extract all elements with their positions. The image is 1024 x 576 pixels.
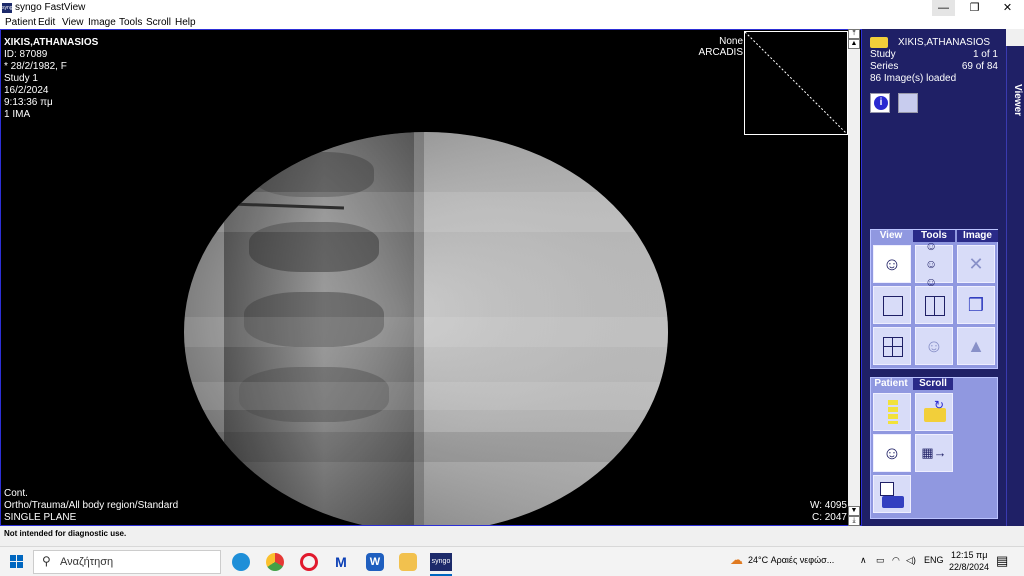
menu-scroll[interactable]: Scroll [146,16,171,29]
taskbar: ⚲ Αναζήτηση M W syngo ☁ 24°C Αραιές νεφώ… [0,546,1024,576]
title-bar: syngo syngo FastView — ❐ ✕ [0,0,1024,16]
tab-view[interactable]: View [871,230,911,242]
clock-date[interactable]: 22/8/2024 [949,562,989,572]
cross-view-icon[interactable]: ✕ [957,245,995,283]
scroll-last-icon[interactable]: ⤓ [848,516,860,526]
language-indicator[interactable]: ENG [924,555,944,565]
panel-patient-name: XIKIS,ATHANASIOS [898,37,991,48]
syngo-app-icon: syngo [2,3,16,13]
panel-images-loaded: 86 Image(s) loaded [870,73,957,84]
edge-icon[interactable] [232,553,250,571]
menu-patient[interactable]: Patient [5,16,36,29]
status-line: Not intended for diagnostic use. [0,526,1024,546]
xray-image [184,132,668,525]
overlay-cont: Cont. [4,488,28,499]
search-placeholder: Αναζήτηση [60,556,114,568]
patient-browser-icon[interactable] [873,393,911,431]
tab-patient[interactable]: Patient [871,378,911,390]
syngo-taskbar-icon[interactable]: syngo [430,553,452,571]
weather-text[interactable]: 24°C Αραιές νεφώσ... [748,555,834,565]
menu-bar: Patient Edit View Image Tools Scroll Hel… [0,16,1024,29]
panel-series-value: 69 of 84 [961,61,998,72]
image-viewport[interactable]: XIKIS,ATHANASIOS ID: 87089 * 28/2/1982, … [0,29,862,526]
single-head-view-button[interactable]: ☺ [873,245,911,283]
mountain-view-icon[interactable]: ▲ [957,327,995,365]
tab-image[interactable]: Image [957,230,998,242]
search-icon: ⚲ [42,554,51,568]
control-panel: XIKIS,ATHANASIOS Study 1 of 1 Series 69 … [862,29,1006,526]
overlay-orientation: None [719,36,743,47]
scroll-down-icon[interactable]: ▼ [848,506,860,516]
opera-icon[interactable] [300,553,318,571]
menu-view[interactable]: View [62,16,84,29]
file-explorer-icon[interactable] [399,553,417,571]
multi-head-view-button[interactable]: ☺☺☺ [915,239,953,289]
tab-scroll[interactable]: Scroll [913,378,953,390]
wifi-icon[interactable]: ◠ [892,555,900,566]
overlay-plane: SINGLE PLANE [4,512,77,523]
scroll-first-icon[interactable]: ⤒ [848,29,860,39]
panel-series-label: Series [870,61,899,72]
malwarebytes-icon[interactable]: M [332,553,350,571]
battery-icon[interactable]: ▭ [876,555,885,566]
notification-icon[interactable]: ▤ [996,553,1008,569]
volume-icon[interactable]: ◁) [906,555,916,566]
taskbar-search[interactable]: ⚲ Αναζήτηση [33,550,221,574]
layout-2x2-button[interactable] [873,327,911,365]
viewer-side-tab[interactable]: Viewer [1006,46,1024,526]
viewer-tab-label: Viewer [1012,84,1023,117]
overlay-window-center: C: 2047 [811,512,847,523]
maximize-button[interactable]: ❐ [963,0,986,16]
chevron-up-icon[interactable]: ∧ [860,555,867,566]
stack-view-icon[interactable]: ❒ [957,286,995,324]
menu-help[interactable]: Help [175,16,196,29]
word-icon[interactable]: W [366,553,384,571]
overlay-study-date: 16/2/2024 [4,85,49,96]
layout-1x1-button[interactable] [873,286,911,324]
orientation-box [744,31,848,135]
overlay-window-width: W: 4095 [809,500,847,511]
image-scrollbar[interactable]: ⤒ ▲ ▼ ⤓ [848,29,860,526]
overlay-study-time: 9:13:36 πμ [4,97,53,108]
view-tools-image-group: View Tools Image ☺ ☺☺☺ ✕ ❒ ☺ ▲ [870,229,998,369]
overlay-device: ARCADIS [698,47,743,58]
folder-icon [870,37,888,48]
menu-edit[interactable]: Edit [38,16,55,29]
layout-1x2-button[interactable] [915,286,953,324]
patient-scroll-group: Patient Scroll ↻ ☺ ▦→ [870,377,998,519]
info-button[interactable]: i [870,93,890,113]
overlay-image-count: 1 IMA [4,109,31,120]
clock-time[interactable]: 12:15 πμ [951,550,987,560]
menu-image[interactable]: Image [88,16,116,29]
report-icon[interactable] [898,93,918,113]
disclaimer-text: Not intended for diagnostic use. [4,529,127,538]
open-folder-icon[interactable]: ↻ [915,393,953,431]
close-button[interactable]: ✕ [996,0,1019,16]
panel-study-value: 1 of 1 [972,49,998,60]
minimize-button[interactable]: — [932,0,955,16]
export-folder-icon[interactable] [873,475,911,513]
overlay-study: Study 1 [4,73,38,84]
menu-tools[interactable]: Tools [119,16,142,29]
weather-icon: ☁ [730,552,743,567]
overlay-patient-id: ID: 87089 [4,49,48,60]
overlay-birthdate: * 28/2/1982, F [4,61,67,72]
overlay-head-icon[interactable]: ☺ [915,327,953,365]
overlay-patient-name: XIKIS,ATHANASIOS [4,37,99,48]
panel-study-label: Study [870,49,896,60]
scroll-up-icon[interactable]: ▲ [848,39,860,49]
window-title: syngo FastView [15,2,86,13]
save-head-icon[interactable]: ☺ [873,434,911,472]
transfer-images-icon[interactable]: ▦→ [915,434,953,472]
chrome-icon[interactable] [266,553,284,571]
overlay-protocol: Ortho/Trauma/All body region/Standard [4,500,179,511]
windows-start-icon[interactable] [10,555,24,569]
